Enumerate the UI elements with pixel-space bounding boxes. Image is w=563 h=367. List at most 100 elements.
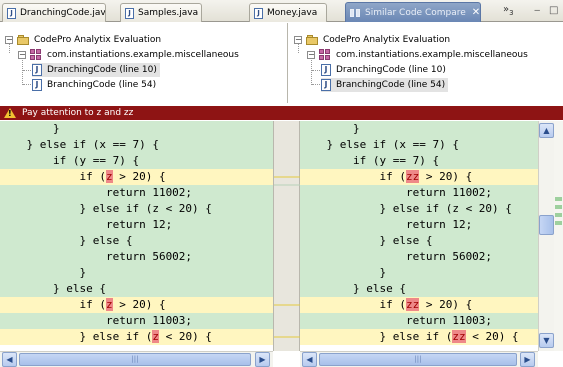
code-text: > 20) { xyxy=(112,170,166,183)
overview-ruler[interactable] xyxy=(554,121,563,351)
code-line[interactable]: } else if (z < 20) { xyxy=(0,329,273,345)
code-text: return 12; xyxy=(0,218,173,231)
code-line[interactable]: } else { xyxy=(0,281,273,297)
tree-project-node[interactable]: − CodePro Analytix Evaluation xyxy=(5,33,161,47)
tab-dranchingcode[interactable]: J DranchingCode.java xyxy=(2,3,106,22)
code-line[interactable]: if (zz > 20) { xyxy=(300,297,538,313)
tree-file-node[interactable]: J DranchingCode (line 10) xyxy=(321,63,446,77)
code-line[interactable]: return 11003; xyxy=(300,313,538,329)
diff-highlight: z xyxy=(105,298,113,311)
diff-highlight: zz xyxy=(452,330,466,343)
code-line[interactable]: } xyxy=(0,265,273,281)
diff-highlight: zz xyxy=(405,170,420,183)
collapse-icon[interactable]: − xyxy=(307,51,315,59)
left-horizontal-scrollbar[interactable]: ◀ ||| ▶ xyxy=(0,351,273,367)
code-line[interactable]: } else if (x == 7) { xyxy=(0,137,273,153)
code-line[interactable]: if (zz > 20) { xyxy=(300,169,538,185)
code-text: } else if (z < 20) { xyxy=(0,202,212,215)
overview-marker[interactable] xyxy=(555,205,562,209)
right-structure-tree: − CodePro Analytix Evaluation − com.inst… xyxy=(289,23,563,103)
code-text: > 20) { xyxy=(419,298,473,311)
tree-file-node[interactable]: J BranchingCode (line 54) xyxy=(32,78,156,92)
code-text: } else if (x == 7) { xyxy=(300,138,459,151)
code-line[interactable]: return 12; xyxy=(300,217,538,233)
code-text: return 11003; xyxy=(300,314,493,327)
code-line[interactable]: } else if (x == 7) { xyxy=(300,137,538,153)
tree-file-node[interactable]: J BranchingCode (line 54) xyxy=(321,78,449,92)
code-text: if ( xyxy=(300,170,406,183)
collapse-icon[interactable]: − xyxy=(18,51,26,59)
collapse-icon[interactable]: − xyxy=(294,36,302,44)
code-line[interactable]: } xyxy=(300,265,538,281)
tab-similar-code-compare[interactable]: Similar Code Compare ✕ xyxy=(345,2,481,22)
code-line[interactable]: if (y == 7) { xyxy=(0,153,273,169)
code-text: > 20) { xyxy=(112,298,166,311)
code-line[interactable]: return 56002; xyxy=(300,249,538,265)
code-text: } xyxy=(0,266,87,279)
code-text: } else { xyxy=(0,282,106,295)
scroll-left-button[interactable]: ◀ xyxy=(302,352,317,367)
code-text: } else if (x == 7) { xyxy=(0,138,159,151)
scroll-up-button[interactable]: ▲ xyxy=(539,123,554,138)
diff-highlight: z xyxy=(105,170,113,183)
code-line[interactable]: } else { xyxy=(300,281,538,297)
code-line[interactable]: return 11002; xyxy=(0,185,273,201)
right-horizontal-scroll-thumb[interactable]: ||| xyxy=(319,353,517,366)
overview-marker[interactable] xyxy=(555,221,562,225)
scroll-right-button[interactable]: ▶ xyxy=(520,352,535,367)
code-line[interactable]: return 11003; xyxy=(0,313,273,329)
vertical-scroll-thumb[interactable] xyxy=(539,215,554,235)
code-line[interactable]: } else { xyxy=(300,233,538,249)
collapse-icon[interactable]: − xyxy=(5,36,13,44)
project-icon xyxy=(17,35,29,45)
code-text: return 12; xyxy=(300,218,473,231)
code-text: if (y == 7) { xyxy=(300,154,440,167)
code-text: } else if ( xyxy=(300,330,453,343)
tab-overflow-button[interactable]: »3 xyxy=(503,4,514,17)
tree-project-node[interactable]: − CodePro Analytix Evaluation xyxy=(294,33,450,47)
code-text: return 56002; xyxy=(0,250,193,263)
java-file-icon: J xyxy=(321,64,331,76)
code-line[interactable]: } else if (z < 20) { xyxy=(0,201,273,217)
code-line[interactable]: return 11002; xyxy=(300,185,538,201)
code-line[interactable]: } else { xyxy=(0,233,273,249)
scroll-left-button[interactable]: ◀ xyxy=(2,352,17,367)
warning-bar: ! Pay attention to z and zz xyxy=(0,106,563,120)
maximize-button[interactable]: □ xyxy=(549,5,558,16)
code-text: } xyxy=(0,122,60,135)
java-file-icon: J xyxy=(32,64,42,76)
right-horizontal-scrollbar[interactable]: ◀ ||| ▶ xyxy=(300,351,538,367)
code-line[interactable]: if (z > 20) { xyxy=(0,169,273,185)
code-text: return 11002; xyxy=(300,186,493,199)
minimize-button[interactable]: ‒ xyxy=(534,5,540,16)
code-text: } xyxy=(300,122,360,135)
code-line[interactable]: if (y == 7) { xyxy=(300,153,538,169)
code-text: } else { xyxy=(300,282,406,295)
code-line[interactable]: } else if (zz < 20) { xyxy=(300,329,538,345)
code-line[interactable]: } xyxy=(0,121,273,137)
overview-marker[interactable] xyxy=(555,213,562,217)
code-line[interactable]: return 12; xyxy=(0,217,273,233)
scroll-right-button[interactable]: ▶ xyxy=(255,352,270,367)
tree-file-node[interactable]: J DranchingCode (line 10) xyxy=(32,63,160,77)
diff-highlight: zz xyxy=(405,298,420,311)
vertical-scrollbar[interactable]: ▲ ▼ xyxy=(538,121,554,351)
code-line[interactable]: if (z > 20) { xyxy=(0,297,273,313)
tab-money[interactable]: J Money.java xyxy=(249,3,327,22)
code-text: } xyxy=(300,266,387,279)
scroll-down-button[interactable]: ▼ xyxy=(539,333,554,348)
code-line[interactable]: return 56002; xyxy=(0,249,273,265)
tab-samples[interactable]: J Samples.java xyxy=(120,3,202,22)
code-text: } else { xyxy=(300,234,433,247)
code-text: < 20) { xyxy=(158,330,212,343)
right-code-pane[interactable]: } } else if (x == 7) { if (y == 7) { if … xyxy=(300,121,538,351)
java-file-icon: J xyxy=(7,7,16,19)
overview-marker[interactable] xyxy=(555,197,562,201)
tree-package-node[interactable]: − com.instantiations.example.miscellaneo… xyxy=(18,48,239,62)
tree-package-node[interactable]: − com.instantiations.example.miscellaneo… xyxy=(307,48,528,62)
left-code-pane[interactable]: } } else if (x == 7) { if (y == 7) { if … xyxy=(0,121,273,351)
code-line[interactable]: } else if (z < 20) { xyxy=(300,201,538,217)
close-icon[interactable]: ✕ xyxy=(472,7,480,18)
code-line[interactable]: } xyxy=(300,121,538,137)
left-horizontal-scroll-thumb[interactable]: ||| xyxy=(19,353,251,366)
